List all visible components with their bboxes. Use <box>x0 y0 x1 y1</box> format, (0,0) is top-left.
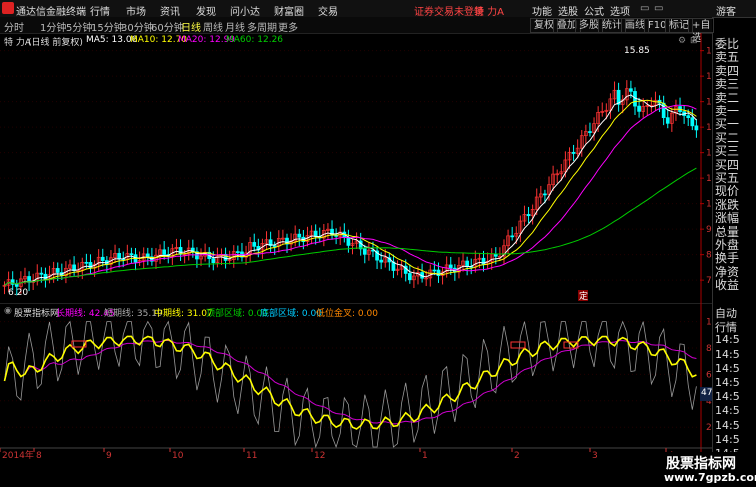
period-tab-day[interactable]: 日线 <box>181 19 201 34</box>
golden-cross-label: 低位金叉: 0.00 <box>316 309 378 319</box>
tick-time: 14:5 <box>715 418 740 432</box>
date-tick-label: 3 <box>592 451 598 460</box>
quote-field-label: 收益 <box>715 278 740 293</box>
high-price-label: 15.85 <box>624 46 650 56</box>
tick-time: 14:5 <box>715 432 740 446</box>
menu-zixun[interactable]: 资讯 <box>160 3 180 18</box>
period-tab-1min[interactable]: 1分钟 <box>40 19 66 34</box>
period-tab-5min[interactable]: 5分钟 <box>66 19 92 34</box>
add-favorite-button[interactable]: +自选 <box>688 18 715 44</box>
bottom-zone-label: 底部区域: 0.00 <box>260 309 322 319</box>
top-zone-label: 顶部区域: 0.00 <box>206 309 268 319</box>
menu-xuanxiang[interactable]: 选项 <box>610 3 630 18</box>
menu-bar: 通达信金融终端 行情 市场 资讯 发现 问小达 财富圈 交易 证券交易未登录 特… <box>0 0 756 18</box>
stock-short-name: 特 力A <box>474 7 505 18</box>
period-tab-fenshi[interactable]: 分时 <box>4 19 24 34</box>
period-tab-more[interactable]: 更多 <box>278 19 298 34</box>
date-tick-label: 1 <box>422 451 428 460</box>
menu-faxian[interactable]: 发现 <box>196 3 216 18</box>
indicator-lines <box>3 320 697 449</box>
event-marker-label: 定 <box>579 290 588 302</box>
menu-wenxiaoda[interactable]: 问小达 <box>230 3 260 18</box>
tick-time: 14:5 <box>715 361 740 375</box>
quote-side-panel: 委比 卖五 卖四 卖三 卖二 卖一 买一 买二 买三 买四 买五 现价 涨跌 涨幅 总量 外盘 换手 净资 收益 自动… <box>712 33 756 487</box>
period-tab-month[interactable]: 月线 <box>225 19 245 34</box>
tick-time: 14:5 <box>715 333 740 347</box>
watermark-url: www.7gpzb.com <box>664 471 756 484</box>
tick-time: 14:5 <box>715 347 740 361</box>
ma60-label: MA60: 12.26 <box>226 35 284 45</box>
window-icon[interactable]: ▭ <box>654 3 663 14</box>
menu-caifuquan[interactable]: 财富圈 <box>274 3 304 18</box>
indicator-name[interactable]: 股票指标网 <box>14 306 59 319</box>
stock-name-label: 特 力A <box>4 38 32 48</box>
menu-gongshi[interactable]: 公式 <box>584 3 604 18</box>
price-axis: 16.0015.0014.0013.0012.0011.0010.009.008… <box>700 33 712 303</box>
menu-xuangu[interactable]: 选股 <box>558 3 578 18</box>
menu-shichang[interactable]: 市场 <box>126 3 146 18</box>
chart-mode-label: (日线 前复权) <box>28 38 83 48</box>
kline-chart[interactable]: 16.0015.0014.0013.0012.0011.0010.009.008… <box>0 33 712 303</box>
tick-time: 14:5 <box>715 404 740 418</box>
menu-gongneng[interactable]: 功能 <box>532 3 552 18</box>
indicator-axis: 100.080.0060.0040.0020.00 <box>700 303 712 460</box>
guest-label[interactable]: 游客 <box>716 3 736 18</box>
indicator-icon: ◉ <box>4 306 12 316</box>
period-tab-60min[interactable]: 60分钟 <box>151 19 184 34</box>
tick-time: 14:5 <box>715 376 740 389</box>
bottom-area <box>0 460 712 487</box>
date-tick-label: 2 <box>514 451 520 460</box>
app-logo-icon <box>2 2 14 14</box>
chart-settings-icon[interactable]: ⚙ <box>678 36 686 46</box>
period-toolbar: 分时 1分钟 5分钟 15分钟 30分钟 60分钟 日线 周线 月线 多周期 更… <box>0 17 715 44</box>
period-tab-30min[interactable]: 30分钟 <box>121 19 154 34</box>
period-tab-week[interactable]: 周线 <box>203 19 223 34</box>
menu-hangqing[interactable]: 行情 <box>90 3 110 18</box>
tick-time: 14:5 <box>715 390 740 404</box>
indicator-grid <box>0 321 700 428</box>
date-tick-label: 8 <box>36 451 42 460</box>
date-tick-label: 10 <box>172 451 184 460</box>
date-tick-label: 9 <box>106 451 112 460</box>
watermark: 股票指标网 www.7gpzb.com <box>660 452 756 487</box>
chart-expand-icon[interactable]: ⊞ <box>690 36 698 46</box>
date-tick-label: 11 <box>246 451 257 460</box>
period-tab-multi[interactable]: 多周期 <box>247 19 277 34</box>
date-tick-label: 12 <box>314 451 325 460</box>
date-axis: 2014年891011121234 <box>0 447 712 460</box>
menu-jiaoyi[interactable]: 交易 <box>318 3 338 18</box>
low-price-label: 6.20 <box>8 288 28 298</box>
date-tick-label: 2014年 <box>2 449 34 460</box>
top-signal-marker <box>510 341 526 349</box>
app-title: 通达信金融终端 <box>16 7 86 18</box>
mid-line-label: 中期线: 31.07 <box>154 309 213 319</box>
indicator-chart[interactable]: 100.080.0060.0040.0020.00 <box>0 303 712 460</box>
period-tab-15min[interactable]: 15分钟 <box>91 19 124 34</box>
minimize-icon[interactable]: ▭ <box>640 3 649 14</box>
watermark-title: 股票指标网 <box>666 456 736 472</box>
